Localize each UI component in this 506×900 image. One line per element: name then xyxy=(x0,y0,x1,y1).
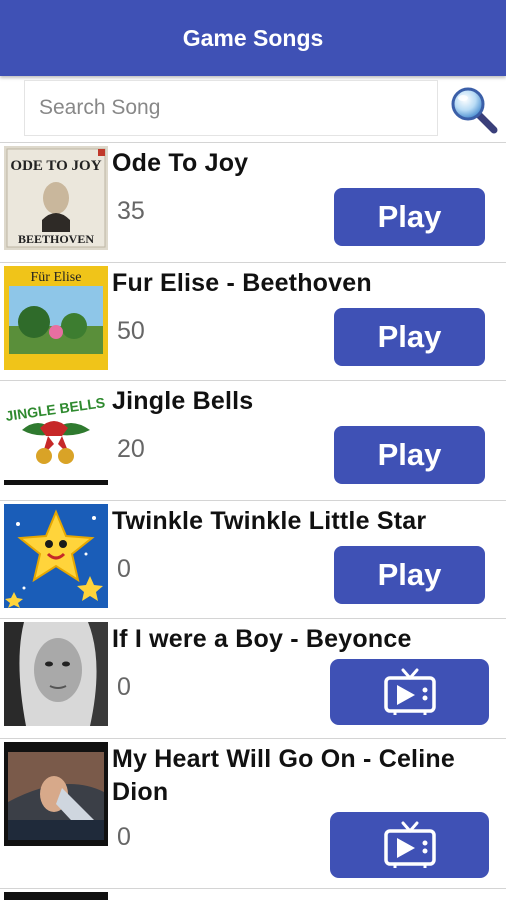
song-title: Twinkle Twinkle Little Star xyxy=(112,507,427,535)
album-art: Für Elise xyxy=(4,266,108,370)
song-title: If I were a Boy - Beyonce xyxy=(112,625,412,653)
play-count: 0 xyxy=(117,673,131,701)
list-item[interactable]: If I were a Boy - Beyonce 0 xyxy=(0,618,506,738)
play-count: 0 xyxy=(117,555,131,583)
svg-text:ODE TO JOY: ODE TO JOY xyxy=(10,158,101,174)
app-bar: Game Songs xyxy=(0,0,506,76)
tv-play-icon xyxy=(383,821,436,868)
list-item[interactable] xyxy=(0,888,506,900)
video-play-button[interactable] xyxy=(330,659,489,725)
album-art xyxy=(4,504,108,608)
svg-text:Für Elise: Für Elise xyxy=(31,270,82,285)
album-art xyxy=(4,622,108,726)
list-item[interactable]: JINGLE BELLS Jingle Bells 20 Play xyxy=(0,380,506,500)
album-art: JINGLE BELLS xyxy=(4,384,108,488)
play-button[interactable]: Play xyxy=(334,308,485,366)
play-count: 50 xyxy=(117,317,145,345)
album-art xyxy=(4,892,108,900)
app-title: Game Songs xyxy=(182,24,324,51)
list-item[interactable]: Twinkle Twinkle Little Star 0 Play xyxy=(0,500,506,618)
album-art xyxy=(4,742,108,846)
list-item[interactable]: My Heart Will Go On - Celine Dion 0 xyxy=(0,738,506,888)
tv-play-icon xyxy=(383,668,436,715)
album-art: ODE TO JOY BEETHOVEN xyxy=(4,146,108,250)
play-button[interactable]: Play xyxy=(334,546,485,604)
search-bar xyxy=(0,76,506,142)
play-button[interactable]: Play xyxy=(334,188,485,246)
svg-text:BEETHOVEN: BEETHOVEN xyxy=(18,232,94,246)
song-title: Ode To Joy xyxy=(112,149,249,177)
list-item[interactable]: ODE TO JOY BEETHOVEN Ode To Joy 35 Play xyxy=(0,142,506,262)
search-icon[interactable] xyxy=(450,86,498,134)
play-count: 0 xyxy=(117,823,131,851)
list-item[interactable]: Für Elise Fur Elise - Beethoven 50 Play xyxy=(0,262,506,380)
play-count: 20 xyxy=(117,435,145,463)
play-button[interactable]: Play xyxy=(334,426,485,484)
search-input[interactable] xyxy=(24,80,438,136)
song-title: Fur Elise - Beethoven xyxy=(112,269,372,297)
song-title: My Heart Will Go On - Celine Dion xyxy=(112,745,455,806)
video-play-button[interactable] xyxy=(330,812,489,878)
play-count: 35 xyxy=(117,197,145,225)
song-title: Jingle Bells xyxy=(112,387,254,415)
